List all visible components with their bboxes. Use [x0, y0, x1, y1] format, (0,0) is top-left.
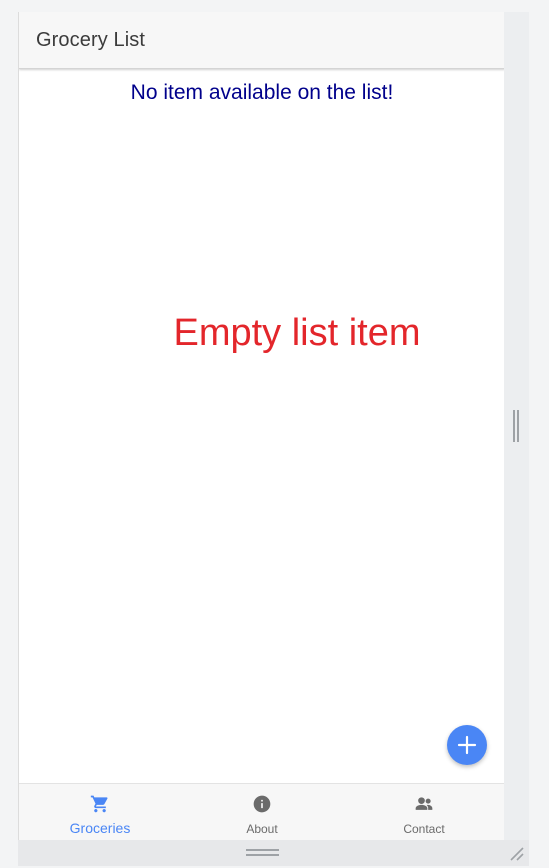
app-header: Grocery List	[19, 12, 504, 69]
contacts-icon	[415, 797, 433, 810]
empty-list-message: No item available on the list!	[130, 81, 394, 104]
app-screen: Grocery List No item available on the li…	[18, 12, 504, 840]
horizontal-resize-handle[interactable]	[246, 849, 279, 857]
info-icon	[253, 795, 271, 813]
empty-list-image: Empty list item	[173, 312, 421, 354]
nav-label-about: About	[246, 822, 278, 836]
bottom-navigation: Groceries About Contact	[19, 783, 504, 840]
vertical-resize-handle[interactable]	[511, 410, 521, 442]
add-item-button[interactable]	[447, 725, 487, 765]
nav-label-contact: Contact	[403, 822, 445, 836]
nav-item-about[interactable]: About	[181, 784, 343, 840]
nav-item-contact[interactable]: Contact	[343, 784, 504, 840]
cart-icon	[90, 795, 108, 813]
page-title: Grocery List	[36, 29, 146, 51]
nav-item-groceries[interactable]: Groceries	[19, 784, 181, 840]
nav-label-groceries: Groceries	[69, 820, 131, 836]
plus-icon	[457, 735, 477, 755]
corner-resize-grip-icon[interactable]	[508, 845, 526, 863]
